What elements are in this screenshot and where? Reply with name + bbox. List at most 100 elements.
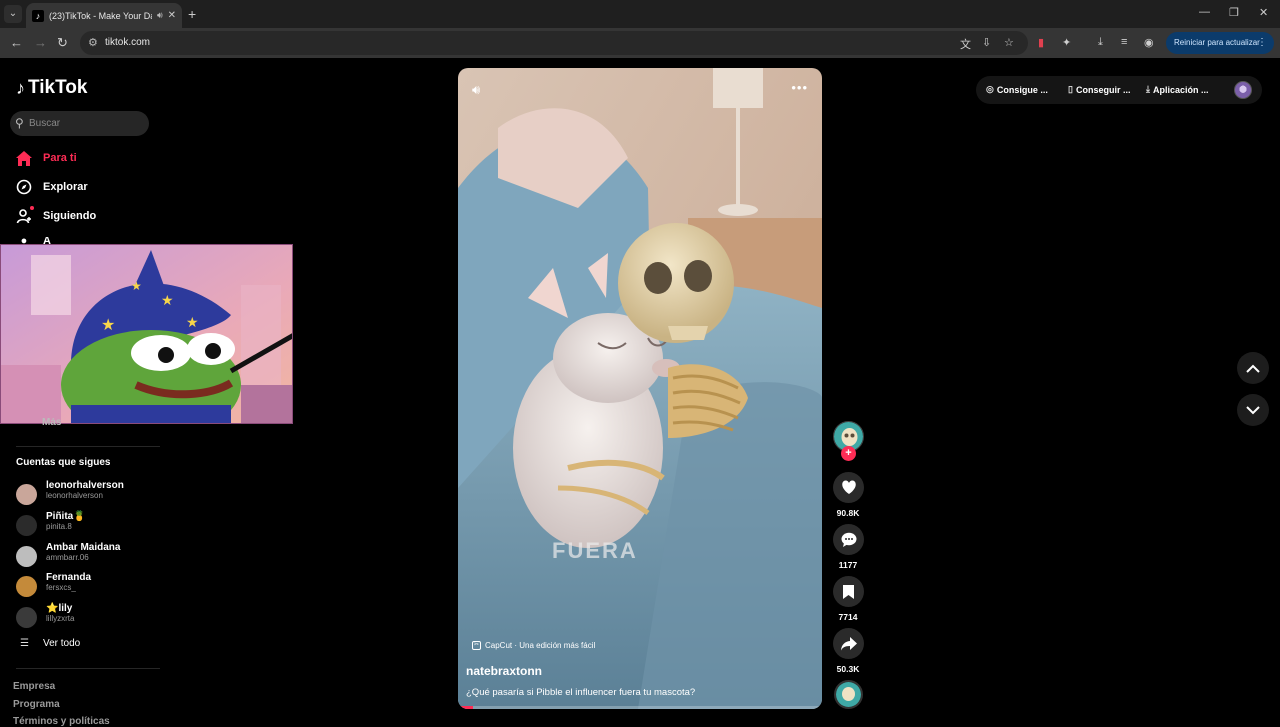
next-video-button[interactable] [1237,394,1269,426]
get-coins-button[interactable]: ◎ Consigue ... [986,84,1048,95]
chevron-down-icon [1246,405,1260,414]
share-button[interactable] [833,628,864,659]
music-disc-avatar[interactable] [834,680,863,709]
get-app-button[interactable]: ▯ Conseguir ... [1068,84,1130,95]
site-info-icon[interactable]: ⚙ [88,36,98,49]
downloads-icon[interactable]: ⤓ [1098,36,1103,49]
bookmark-star-icon[interactable]: ☆ [1004,36,1014,49]
forward-icon[interactable]: → [34,35,47,50]
list-icon: ☰ [20,638,29,649]
account-name: Ambar Maidana [46,542,121,553]
install-app-icon[interactable]: ⇩ [982,36,991,49]
sidebar-divider [16,446,160,447]
desktop-app-button[interactable]: ⤓ Aplicación ... [1146,84,1209,95]
comment-button[interactable] [833,524,864,555]
avatar [16,607,37,628]
nav-explore-label: Explorar [43,181,88,193]
notification-dot [30,206,34,210]
svg-text:★: ★ [101,317,115,334]
header-actions: ◎ Consigue ... ▯ Conseguir ... ⤓ Aplicac… [976,76,1262,104]
footer-terms-link[interactable]: Términos y políticas [13,716,110,727]
more-options-icon[interactable]: ••• [791,80,808,95]
search-placeholder: Buscar [29,118,61,129]
nav-partial-item[interactable]: ● A [16,237,51,244]
tiktok-favicon-icon: ♪ [32,9,44,22]
footer-program-link[interactable]: Programa [13,699,60,710]
browser-menu-icon[interactable]: ⋮ [1257,32,1267,54]
video-author[interactable]: natebraxtonn [466,664,542,678]
nav-for-you-label: Para ti [43,152,77,164]
svg-text:★: ★ [186,314,199,330]
nav-more-label: Más [42,418,62,426]
followed-account[interactable]: Ambar Maidana ammbarr.06 [16,542,166,570]
new-tab-button[interactable]: + [188,6,196,22]
compass-icon [16,179,32,195]
profile-icon[interactable]: ◉ [1144,36,1154,49]
following-section-title: Cuentas que sigues [16,457,111,468]
account-username: lillyzxrta [46,614,75,623]
account-username: ammbarr.06 [46,553,89,562]
close-window-icon[interactable]: ✕ [1259,6,1268,19]
svg-text:★: ★ [161,292,174,308]
tab-audio-icon[interactable]: 🔊︎ [157,10,163,21]
save-count: 7714 [838,612,858,622]
nav-following[interactable]: Siguiendo [16,208,96,224]
search-input[interactable]: ⚲ Buscar [10,111,149,136]
save-button[interactable] [833,576,864,607]
followed-account[interactable]: Fernanda fersxcs_ [16,572,166,600]
extension-icon[interactable]: ▮ [1038,36,1044,49]
media-control-icon[interactable]: ≡ [1121,36,1127,48]
tab-close-icon[interactable]: ✕ [168,10,176,21]
footer-company-link[interactable]: Empresa [13,681,55,692]
nav-for-you[interactable]: Para ti [16,150,77,166]
tab-title: (23)TikTok - Make Your Day [49,10,152,21]
restore-icon[interactable]: ❐ [1229,6,1239,19]
tab-search-button[interactable]: ⌄ [4,5,22,23]
desktop-app-label: Aplicación ... [1152,84,1209,95]
video-progress-bar[interactable] [458,706,822,709]
like-count: 90.8K [836,508,860,518]
bookmark-icon [843,584,854,599]
avatar [16,546,37,567]
url-text: tiktok.com [105,37,151,48]
back-icon[interactable]: ← [10,35,23,50]
followed-account[interactable]: Piñita🍍 pinita.8 [16,511,166,539]
account-name: Piñita🍍 [46,511,86,522]
restart-to-update-button[interactable]: Reiniciar para actualizar ⋮ [1166,32,1274,54]
browser-toolbar: ← → ↻ ⚙ tiktok.com 文 ⇩ ☆ ▮ ✦ ⤓ ≡ ◉ Reini… [0,28,1280,58]
followed-account[interactable]: leonorhalverson leonorhalverson [16,480,166,508]
nav-more[interactable]: Más [42,418,61,426]
tiktok-logo[interactable]: ♪ TikTok [16,77,87,99]
reload-icon[interactable]: ↻ [57,35,68,51]
phone-icon: ▯ [1068,84,1073,94]
nav-explore[interactable]: Explorar [16,179,88,195]
account-username: pinita.8 [46,522,72,531]
translate-icon[interactable]: 文 [960,36,971,52]
extensions-puzzle-icon[interactable]: ✦ [1062,36,1071,49]
account-name: ⭐lily [46,603,73,614]
see-all-button[interactable]: ☰ Ver todo [20,638,80,649]
user-profile-avatar[interactable] [1234,81,1252,99]
browser-tab[interactable]: ♪ (23)TikTok - Make Your Day 🔊︎ ✕ [26,3,182,28]
follow-button[interactable]: + [841,446,856,461]
video-player[interactable]: 🔊︎ ••• FUERA ✂ CapCut · Una edición más … [458,68,822,709]
volume-icon[interactable]: 🔊︎ [472,82,480,98]
like-button[interactable] [833,472,864,503]
coin-icon: ◎ [986,84,994,94]
svg-text:★: ★ [131,279,142,293]
restart-label: Reiniciar para actualizar [1174,38,1260,47]
avatar [16,515,37,536]
avatar [16,576,37,597]
address-bar[interactable]: ⚙ tiktok.com 文 ⇩ ☆ [80,31,1028,55]
comment-icon [841,532,856,547]
person-icon [16,208,32,224]
capcut-badge[interactable]: ✂ CapCut · Una edición más fácil [472,641,595,650]
followed-account[interactable]: ⭐lily lillyzxrta [16,603,166,631]
account-name: Fernanda [46,572,92,583]
heart-icon [841,480,856,494]
share-arrow-icon [840,636,857,650]
video-progress-fill [458,706,473,709]
download-icon: ⤓ [1146,84,1150,94]
minimize-icon[interactable]: — [1199,6,1210,18]
previous-video-button[interactable] [1237,352,1269,384]
